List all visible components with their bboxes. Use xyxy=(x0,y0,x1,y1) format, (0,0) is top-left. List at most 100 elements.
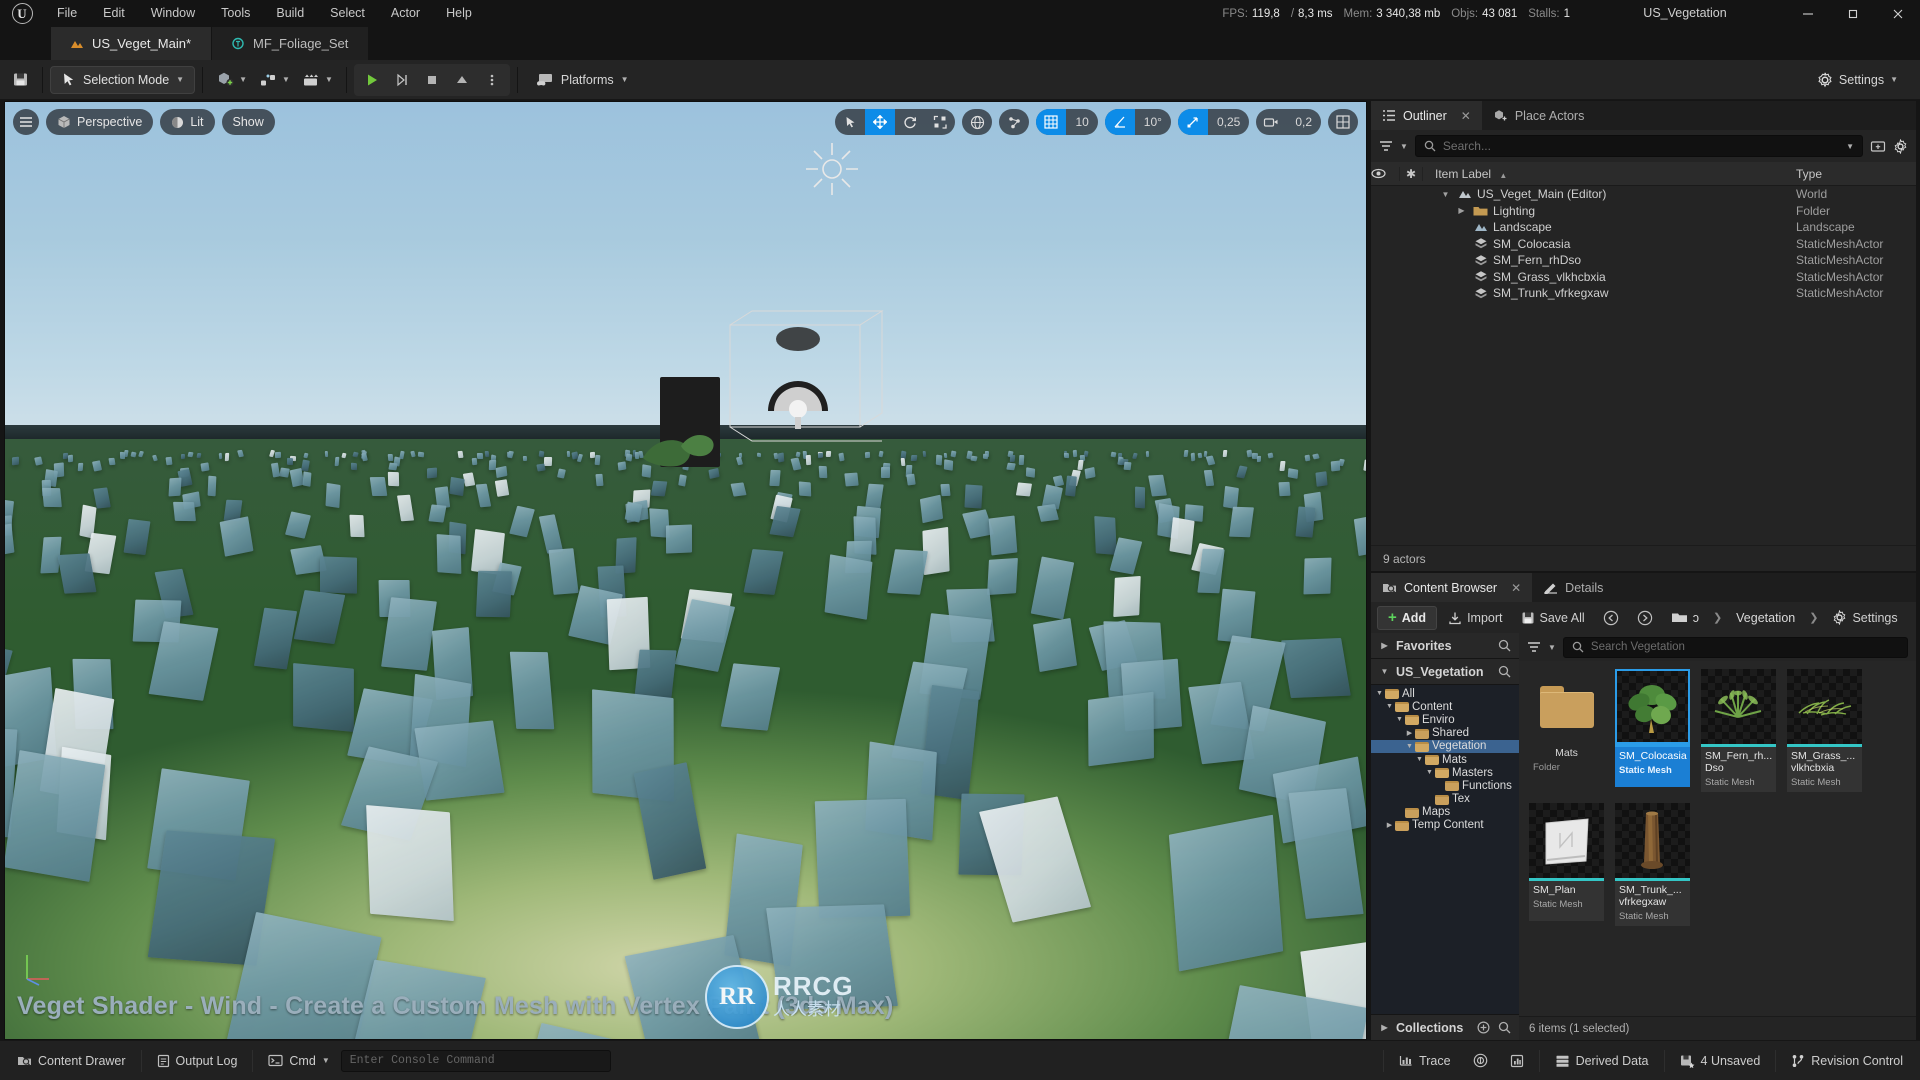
viewport-layout-icon[interactable] xyxy=(1328,109,1358,135)
outliner-search-input[interactable]: Search... ▼ xyxy=(1414,135,1863,157)
outliner-settings-gear-icon[interactable] xyxy=(1893,138,1908,154)
save-icon[interactable] xyxy=(6,66,35,94)
pivot-icon[interactable] xyxy=(999,109,1029,135)
derived-data-button[interactable]: Derived Data xyxy=(1544,1048,1660,1074)
close-icon[interactable]: ✕ xyxy=(1511,581,1521,595)
outliner-row-us-veget-main-editor[interactable]: ▼ US_Veget_Main (Editor) World xyxy=(1371,186,1916,203)
search-icon[interactable] xyxy=(1498,1021,1511,1034)
more-options-icon[interactable] xyxy=(478,66,506,94)
grid-snap-value[interactable]: 10 xyxy=(1066,109,1097,135)
select-tool-icon[interactable] xyxy=(835,109,865,135)
chevron-down-icon[interactable]: ▼ xyxy=(1404,743,1415,750)
scale-snap-value[interactable]: 0,25 xyxy=(1208,109,1249,135)
blueprints-button[interactable]: ▼ xyxy=(253,66,296,94)
column-item-label[interactable]: Item Label ▲ xyxy=(1423,167,1796,181)
rotate-tool-icon[interactable] xyxy=(895,109,925,135)
tab-content-browser[interactable]: Content Browser ✕ xyxy=(1371,573,1533,602)
chevron-down-icon[interactable]: ▼ xyxy=(1414,756,1425,763)
source-tree-item-functions[interactable]: Functions xyxy=(1371,779,1519,792)
angle-snap-value[interactable]: 10° xyxy=(1135,109,1171,135)
column-visibility-eye-icon[interactable] xyxy=(1371,168,1399,179)
outliner-row-sm-colocasia[interactable]: SM_Colocasia StaticMeshActor xyxy=(1371,236,1916,253)
cinematics-button[interactable]: ▼ xyxy=(296,66,339,94)
asset-item-sm-plan[interactable]: SM_Plan Static Mesh xyxy=(1529,803,1604,926)
collections-section[interactable]: ▶ Collections xyxy=(1371,1014,1519,1040)
selection-mode-button[interactable]: Selection Mode ▼ xyxy=(50,65,196,94)
source-tree-item-enviro[interactable]: ▼ Enviro xyxy=(1371,713,1519,726)
chevron-down-icon[interactable]: ▼ xyxy=(1548,643,1556,652)
toolbar-settings-button[interactable]: Settings ▼ xyxy=(1809,66,1906,94)
menu-select[interactable]: Select xyxy=(317,0,378,27)
restore-icon[interactable] xyxy=(1830,0,1875,27)
breadcrumb-root[interactable]: ɔ xyxy=(1664,606,1706,630)
camera-speed-value[interactable]: 0,2 xyxy=(1286,109,1321,135)
outliner-row-sm-trunk-vfrkegxaw[interactable]: SM_Trunk_vfrkegxaw StaticMeshActor xyxy=(1371,285,1916,302)
chevron-right-icon[interactable]: ▶ xyxy=(1384,821,1395,829)
menu-actor[interactable]: Actor xyxy=(378,0,433,27)
chevron-down-icon[interactable]: ▼ xyxy=(1394,716,1405,723)
viewport-camera-button[interactable]: Perspective xyxy=(46,109,154,135)
viewport-show-button[interactable]: Show xyxy=(221,109,275,135)
tab-details[interactable]: Details xyxy=(1532,573,1615,602)
column-pin-icon[interactable]: ✱ xyxy=(1399,166,1423,181)
search-icon[interactable] xyxy=(1498,639,1511,652)
tab-place-actors[interactable]: Place Actors xyxy=(1481,101,1596,130)
source-tree-item-mats[interactable]: ▼ Mats xyxy=(1371,753,1519,766)
unsaved-button[interactable]: 4 Unsaved xyxy=(1669,1048,1772,1074)
eject-button[interactable] xyxy=(448,66,476,94)
scale-tool-icon[interactable] xyxy=(925,109,955,135)
content-drawer-button[interactable]: Content Drawer xyxy=(6,1048,137,1074)
chevron-right-icon[interactable]: ▶ xyxy=(1379,1023,1390,1032)
asset-item-sm-trunk-vfrkegxaw[interactable]: SM_Trunk_... vfrkegxaw Static Mesh xyxy=(1615,803,1690,926)
platforms-button[interactable]: Platforms ▼ xyxy=(525,66,639,94)
angle-snap-icon[interactable] xyxy=(1104,109,1135,135)
menu-build[interactable]: Build xyxy=(263,0,317,27)
chevron-right-icon[interactable]: ▶ xyxy=(1379,641,1390,650)
breadcrumb-vegetation[interactable]: Vegetation xyxy=(1729,606,1802,630)
favorites-section[interactable]: ▶ Favorites xyxy=(1371,633,1519,659)
save-all-button[interactable]: Save All xyxy=(1514,606,1592,630)
filter-icon[interactable] xyxy=(1379,140,1393,152)
source-tree-item-temp-content[interactable]: ▶ Temp Content xyxy=(1371,819,1519,832)
level-viewport[interactable]: Perspective Lit Show 10 10° 0,25 0,2 Veg… xyxy=(4,101,1367,1040)
source-tree-item-shared[interactable]: ▶ Shared xyxy=(1371,727,1519,740)
chevron-down-icon[interactable]: ▼ xyxy=(1384,703,1395,710)
outliner-row-lighting[interactable]: ▶ Lighting Folder xyxy=(1371,203,1916,220)
source-tree-item-maps[interactable]: Maps xyxy=(1371,806,1519,819)
tab-outliner[interactable]: Outliner ✕ xyxy=(1371,101,1482,130)
source-tree-item-content[interactable]: ▼ Content xyxy=(1371,700,1519,713)
filter-icon[interactable] xyxy=(1527,641,1541,653)
asset-item-sm-grass-vlkhcbxia[interactable]: SM_Grass_... vlkhcbxia Static Mesh xyxy=(1787,669,1862,792)
trace-stats-icon[interactable] xyxy=(1499,1048,1535,1074)
close-icon[interactable] xyxy=(1875,0,1920,27)
pivot-button[interactable] xyxy=(999,109,1030,135)
outliner-row-sm-fern-rhdso[interactable]: SM_Fern_rhDso StaticMeshActor xyxy=(1371,252,1916,269)
asset-item-mats[interactable]: Mats Folder xyxy=(1529,669,1604,792)
menu-help[interactable]: Help xyxy=(433,0,485,27)
source-tree-item-vegetation[interactable]: ▼ Vegetation xyxy=(1371,739,1519,753)
asset-search-input[interactable]: Search Vegetation xyxy=(1562,636,1908,658)
chevron-down-icon[interactable]: ▼ xyxy=(1374,690,1385,697)
add-collection-icon[interactable] xyxy=(1477,1021,1490,1034)
chevron-down-icon[interactable]: ▼ xyxy=(1379,667,1390,676)
world-coordinate-icon[interactable] xyxy=(962,109,992,135)
back-arrow-icon[interactable] xyxy=(1596,606,1626,630)
column-type[interactable]: Type xyxy=(1796,167,1916,181)
outliner-row-sm-grass-vlkhcbxia[interactable]: SM_Grass_vlkhcbxia StaticMeshActor xyxy=(1371,269,1916,286)
menu-tools[interactable]: Tools xyxy=(208,0,263,27)
menu-edit[interactable]: Edit xyxy=(90,0,138,27)
output-log-button[interactable]: Output Log xyxy=(146,1048,249,1074)
viewport-menu-icon[interactable] xyxy=(13,109,39,135)
chevron-down-icon[interactable]: ▼ xyxy=(1400,142,1408,151)
tab-mf-foliage-set[interactable]: MF_Foliage_Set xyxy=(212,27,369,60)
asset-grid[interactable]: Mats Folder SM_Colocasia Static Mesh SM_Fern… xyxy=(1519,661,1916,1016)
source-tree-item-tex[interactable]: Tex xyxy=(1371,793,1519,806)
cmd-button[interactable]: Cmd ▼ xyxy=(257,1048,340,1074)
scale-snap-icon[interactable] xyxy=(1177,109,1208,135)
chevron-down-icon[interactable]: ▼ xyxy=(1846,142,1854,151)
import-button[interactable]: Import xyxy=(1441,606,1509,630)
new-folder-icon[interactable] xyxy=(1870,139,1886,153)
trace-button[interactable]: Trace xyxy=(1388,1048,1462,1074)
grid-snap-icon[interactable] xyxy=(1036,109,1067,135)
chevron-right-icon[interactable]: ▶ xyxy=(1404,729,1415,737)
